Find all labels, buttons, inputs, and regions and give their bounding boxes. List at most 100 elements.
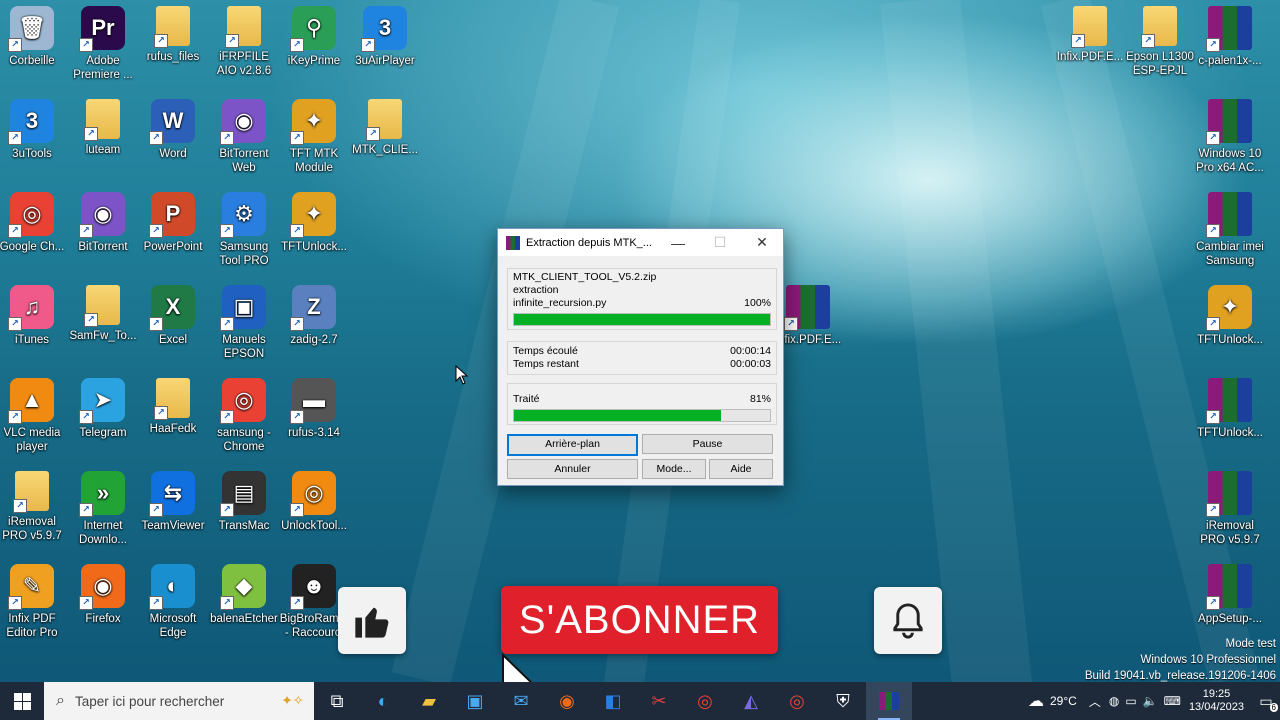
- desktop-icon[interactable]: ↗ AppSetup-...: [1194, 564, 1266, 626]
- desktop-icon[interactable]: 🗑 ↗ Corbeille: [0, 6, 68, 68]
- desktop-icon[interactable]: ⇆ ↗ TeamViewer: [137, 471, 209, 533]
- desktop-icon[interactable]: ✦ ↗ TFT MTK Module: [278, 99, 350, 175]
- desktop-icon[interactable]: Z ↗ zadig-2.7: [278, 285, 350, 347]
- desktop-icon[interactable]: ↗ Cambiar imei Samsung: [1194, 192, 1266, 268]
- desktop-icon[interactable]: ↗ iRemoval PRO v5.9.7: [0, 471, 68, 543]
- pause-button[interactable]: Pause: [642, 434, 773, 454]
- chrome-profile-taskbar-icon[interactable]: ◎: [774, 682, 820, 720]
- system-tray: ☁ 29°C ︿ ◍ ▭ 🔈 ⌨ 19:25 13/04/2023 ▭ 6: [1028, 682, 1280, 720]
- cancel-button[interactable]: Annuler: [507, 459, 638, 479]
- weather-icon[interactable]: ☁: [1028, 691, 1044, 711]
- close-icon[interactable]: ✕: [741, 234, 783, 251]
- app-taskbar-icon[interactable]: ◭: [728, 682, 774, 720]
- desktop-icon[interactable]: ⚙ ↗ Samsung Tool PRO: [208, 192, 280, 268]
- file-explorer-icon[interactable]: ▰: [406, 682, 452, 720]
- desktop-icon[interactable]: ↗ iFRPFILE AIO v2.8.6: [208, 6, 280, 78]
- desktop-icon[interactable]: ▬ ↗ rufus-3.14: [278, 378, 350, 440]
- desktop-icon[interactable]: ↗ luteam: [67, 99, 139, 157]
- desktop-icon[interactable]: ↗ Windows 10 Pro x64 AC...: [1194, 99, 1266, 175]
- network-icon[interactable]: ▭: [1125, 694, 1136, 708]
- desktop-icon[interactable]: ▤ ↗ TransMac: [208, 471, 280, 533]
- desktop-icon[interactable]: ↗ rufus_files: [137, 6, 209, 64]
- subscribe-button[interactable]: S'ABONNER: [501, 586, 778, 654]
- app-icon: ♫ ↗: [8, 285, 54, 331]
- desktop-icon[interactable]: 3 ↗ 3uTools: [0, 99, 68, 161]
- elapsed-label: Temps écoulé: [513, 345, 578, 357]
- weather-temp[interactable]: 29°C: [1050, 694, 1077, 708]
- taskbar-search[interactable]: ⌕ Taper ici pour rechercher ✦✧: [44, 682, 314, 720]
- help-button[interactable]: Aide: [709, 459, 773, 479]
- elapsed-value: 00:00:14: [730, 345, 771, 357]
- volume-icon[interactable]: 🔈: [1143, 694, 1158, 708]
- shortcut-arrow-icon: ↗: [1141, 34, 1155, 48]
- desktop-icon[interactable]: ↗ TFTUnlock...: [1194, 378, 1266, 440]
- desktop-icon[interactable]: » ↗ Internet Downlo...: [67, 471, 139, 547]
- desktop-icon[interactable]: ↗ SamFw_To...: [67, 285, 139, 343]
- app-icon: ↗: [1206, 192, 1252, 238]
- desktop-icon[interactable]: ✎ ↗ Infix PDF Editor Pro: [0, 564, 68, 640]
- desktop-icon[interactable]: ↗ Epson L1300 ESP-EPJL: [1124, 6, 1196, 78]
- desktop-icon[interactable]: ♫ ↗ iTunes: [0, 285, 68, 347]
- security-taskbar-icon[interactable]: ⛨: [820, 682, 866, 720]
- desktop-icon[interactable]: ➤ ↗ Telegram: [67, 378, 139, 440]
- shortcut-arrow-icon: ↗: [220, 503, 234, 517]
- chrome-taskbar-icon[interactable]: ◎: [682, 682, 728, 720]
- desktop-icon[interactable]: ✦ ↗ TFTUnlock...: [1194, 285, 1266, 347]
- app-icon: ⚙ ↗: [220, 192, 266, 238]
- desktop-icon[interactable]: ◉ ↗ BitTorrent Web: [208, 99, 280, 175]
- desktop-icon[interactable]: ◉ ↗ Firefox: [67, 564, 139, 626]
- app-icon: ↗: [225, 6, 261, 48]
- start-button[interactable]: [0, 682, 44, 720]
- desktop-icon[interactable]: ◎ ↗ samsung - Chrome: [208, 378, 280, 454]
- desktop-icon[interactable]: ↗ Infix.PDF.E...: [1054, 6, 1126, 64]
- taskbar: ⌕ Taper ici pour rechercher ✦✧ ⧉ ◐ ▰ ▣ ✉…: [0, 682, 1280, 720]
- desktop-icon[interactable]: X ↗ Excel: [137, 285, 209, 347]
- like-button[interactable]: [338, 587, 406, 654]
- desktop-icon-label: Cambiar imei Samsung: [1196, 241, 1264, 267]
- desktop-icon-label: Infix PDF Editor Pro: [6, 613, 58, 639]
- store-icon[interactable]: ▣: [452, 682, 498, 720]
- desktop-icon[interactable]: ↗ MTK_CLIE...: [349, 99, 421, 157]
- desktop-icon[interactable]: P ↗ PowerPoint: [137, 192, 209, 254]
- shortcut-arrow-icon: ↗: [149, 503, 163, 517]
- desktop-icon[interactable]: 3 ↗ 3uAirPlayer: [349, 6, 421, 68]
- extraction-dialog[interactable]: Extraction depuis MTK_... — ☐ ✕ MTK_CLIE…: [497, 228, 784, 486]
- desktop-icon[interactable]: ↗ iRemoval PRO v5.9.7: [1194, 471, 1266, 547]
- desktop-icon[interactable]: Pr ↗ Adobe Premiere ...: [67, 6, 139, 82]
- desktop-icon[interactable]: ◆ ↗ balenaEtcher: [208, 564, 280, 626]
- desktop-icon[interactable]: ◎ ↗ Google Ch...: [0, 192, 68, 254]
- current-file-name: infinite_recursion.py: [513, 297, 607, 309]
- desktop-icon[interactable]: ↗ c-palen1x-...: [1194, 6, 1266, 68]
- desktop-icon[interactable]: ⚲ ↗ iKeyPrime: [278, 6, 350, 68]
- shortcut-arrow-icon: ↗: [149, 596, 163, 610]
- desktop-icon[interactable]: W ↗ Word: [137, 99, 209, 161]
- desktop-icon[interactable]: ◐ ↗ Microsoft Edge: [137, 564, 209, 640]
- outlook-icon[interactable]: ◧: [590, 682, 636, 720]
- notification-bell-button[interactable]: [874, 587, 942, 654]
- firefox-taskbar-icon[interactable]: ◉: [544, 682, 590, 720]
- background-button[interactable]: Arrière-plan: [507, 434, 638, 456]
- desktop-icon[interactable]: ▲ ↗ VLC media player: [0, 378, 68, 454]
- desktop-icon[interactable]: ↗ HaaFedk: [137, 378, 209, 436]
- app-icon: ✦ ↗: [290, 192, 336, 238]
- minimize-icon[interactable]: —: [657, 235, 699, 251]
- dialog-titlebar[interactable]: Extraction depuis MTK_... — ☐ ✕: [498, 229, 783, 256]
- desktop-icon[interactable]: ◉ ↗ BitTorrent: [67, 192, 139, 254]
- watermark-edition: Windows 10 Professionnel: [1140, 654, 1276, 666]
- desktop-icon[interactable]: ✦ ↗ TFTUnlock...: [278, 192, 350, 254]
- chevron-up-icon[interactable]: ︿: [1089, 693, 1101, 710]
- task-view-icon[interactable]: ⧉: [314, 682, 360, 720]
- meet-icon[interactable]: ◍: [1109, 694, 1119, 708]
- app-icon: ↗: [1206, 99, 1252, 145]
- mail-icon[interactable]: ✉: [498, 682, 544, 720]
- desktop-icon[interactable]: ▣ ↗ Manuels EPSON: [208, 285, 280, 361]
- notification-center[interactable]: ▭ 6: [1252, 682, 1280, 720]
- tool-taskbar-icon[interactable]: ✂: [636, 682, 682, 720]
- desktop-icon-label: Infix.PDF.E...: [1056, 51, 1124, 63]
- winrar-taskbar-icon[interactable]: [866, 682, 912, 720]
- mode-button[interactable]: Mode...: [642, 459, 706, 479]
- desktop-icon[interactable]: ◎ ↗ UnlockTool...: [278, 471, 350, 533]
- clock[interactable]: 19:25 13/04/2023: [1189, 688, 1244, 714]
- edge-taskbar-icon[interactable]: ◐: [360, 682, 406, 720]
- language-icon[interactable]: ⌨: [1164, 694, 1181, 708]
